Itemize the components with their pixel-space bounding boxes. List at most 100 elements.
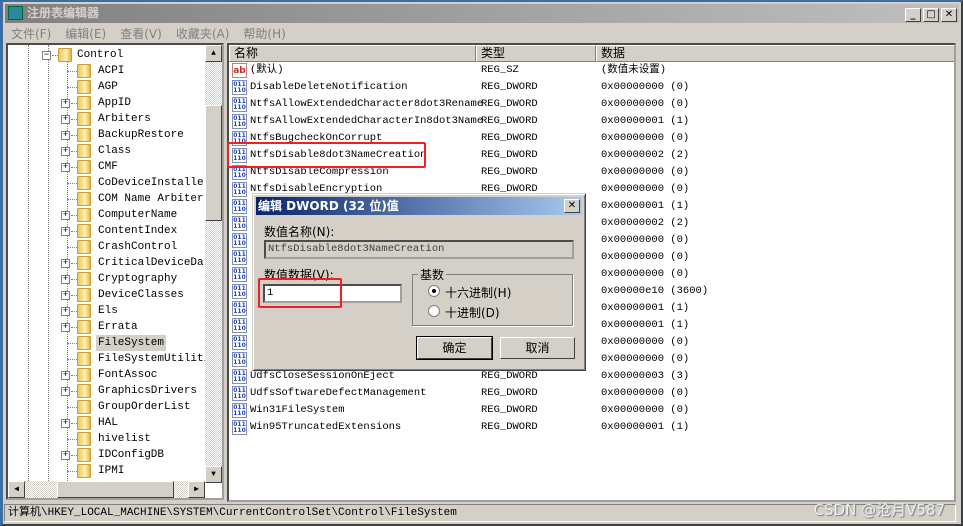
dword-value-icon: 011 110 [232, 80, 247, 95]
string-value-icon: ab [232, 63, 247, 78]
list-row[interactable]: 011 110 UdfsSoftwareDefectManagement REG_DW… [229, 385, 954, 402]
folder-icon [77, 96, 91, 110]
folder-icon [77, 368, 91, 382]
minimize-button[interactable]: _ [905, 8, 921, 22]
expand-icon[interactable]: + [61, 371, 70, 380]
value-data: 0x00000001 (1) [601, 319, 690, 331]
value-name: Win95TruncatedExtensions [250, 421, 402, 433]
scroll-thumb[interactable] [205, 105, 222, 221]
expand-icon[interactable]: + [61, 227, 70, 236]
expand-icon[interactable]: + [61, 419, 70, 428]
expand-icon[interactable]: + [61, 307, 70, 316]
maximize-button[interactable]: □ [923, 8, 939, 22]
tree-item-label: HAL [98, 417, 118, 429]
menu-favorites[interactable]: 收藏夹(A) [176, 25, 230, 43]
column-header-data[interactable]: 数据 [596, 45, 954, 62]
expand-icon[interactable]: + [61, 259, 70, 268]
expand-icon[interactable]: + [61, 291, 70, 300]
list-row[interactable]: 011 110 Win31FileSystem REG_DWORD 0x00000000… [229, 402, 954, 419]
collapse-icon[interactable]: − [42, 51, 51, 60]
list-row[interactable]: ab (默认) REG_SZ (数值未设置) [229, 62, 954, 79]
expand-icon[interactable]: + [61, 387, 70, 396]
folder-icon [77, 240, 91, 254]
tree-item-label: GroupOrderList [98, 401, 191, 413]
dword-value-icon: 011 110 [232, 369, 247, 384]
expand-icon[interactable]: + [61, 131, 70, 140]
column-header-type[interactable]: 类型 [476, 45, 596, 62]
value-data: 0x00000001 (1) [601, 421, 690, 433]
expand-icon[interactable]: + [61, 163, 70, 172]
expand-icon[interactable]: + [61, 211, 70, 220]
tree-item-label: CrashControl [98, 241, 178, 253]
scroll-up-button[interactable]: ▲ [205, 45, 222, 62]
expand-icon[interactable]: + [61, 99, 70, 108]
window-title: 注册表编辑器 [27, 6, 100, 20]
list-row[interactable]: 011 110 DisableDeleteNotification REG_DWORD… [229, 79, 954, 96]
folder-icon [77, 464, 91, 478]
scroll-right-button[interactable]: ▶ [188, 481, 205, 498]
hex-label[interactable]: 十六进制(H) [445, 284, 511, 301]
folder-icon [77, 80, 91, 94]
list-row[interactable]: 011 110 NtfsAllowExtendedCharacter8dot3Ren… [229, 96, 954, 113]
value-data: 0x00000002 (2) [601, 149, 690, 161]
scroll-down-button[interactable]: ▼ [205, 466, 222, 483]
decimal-radio[interactable] [428, 305, 440, 317]
tree-item-label: hivelist [98, 433, 151, 445]
expand-icon[interactable]: + [61, 115, 70, 124]
tree-item-label: Els [98, 305, 118, 317]
tree-vertical-scrollbar[interactable]: ▲ ▼ [205, 45, 222, 483]
value-name: NtfsAllowExtendedCharacter8dot3Rename [250, 98, 484, 110]
expand-icon[interactable]: + [61, 323, 70, 332]
tree-item-label: GraphicsDrivers [98, 385, 198, 397]
menu-file[interactable]: 文件(F) [11, 25, 51, 43]
value-name: (默认) [250, 64, 284, 76]
value-name-field: NtfsDisable8dot3NameCreation [264, 240, 574, 259]
dword-value-icon: 011 110 [232, 318, 247, 333]
value-data: 0x00000000 (0) [601, 166, 690, 178]
tree-item-label: CMF [98, 161, 118, 173]
folder-icon [77, 448, 91, 462]
scroll-left-button[interactable]: ◀ [8, 481, 25, 498]
folder-icon [77, 288, 91, 302]
list-row[interactable]: 011 110 Win95TruncatedExtensions REG_DWORD 0… [229, 419, 954, 436]
value-data: 0x00000003 (3) [601, 370, 690, 382]
registry-tree[interactable]: − Control ACPI AGP + AppID + Arbiters + BackupR… [6, 43, 224, 500]
value-type: REG_DWORD [481, 149, 538, 161]
tree-item-label: FileSystem [96, 335, 167, 351]
dword-value-icon: 011 110 [232, 420, 247, 435]
column-header-name[interactable]: 名称 [229, 45, 476, 62]
dialog-close-button[interactable]: ✕ [564, 199, 580, 213]
value-data: 0x00000000 (0) [601, 387, 690, 399]
expand-icon[interactable]: + [61, 451, 70, 460]
tree-item-label: ComputerName [98, 209, 178, 221]
dword-value-icon: 011 110 [232, 301, 247, 316]
expand-icon[interactable]: + [61, 275, 70, 284]
folder-open-icon [58, 48, 72, 62]
tree-horizontal-scrollbar[interactable]: ◀ ▶ [8, 481, 205, 498]
tree-item-label: Class [98, 145, 132, 157]
menu-view[interactable]: 查看(V) [120, 25, 162, 43]
hex-radio[interactable] [428, 285, 440, 297]
folder-icon [77, 208, 91, 222]
value-type: REG_DWORD [481, 115, 538, 127]
value-type: REG_DWORD [481, 404, 538, 416]
decimal-label[interactable]: 十进制(D) [445, 304, 500, 321]
tree-item-label: ACPI [98, 65, 125, 77]
menu-help[interactable]: 帮助(H) [243, 25, 285, 43]
folder-icon [77, 384, 91, 398]
hscroll-thumb[interactable] [57, 481, 174, 498]
value-data: 0x00000000 (0) [601, 268, 690, 280]
menu-edit[interactable]: 编辑(E) [65, 25, 106, 43]
folder-icon [77, 416, 91, 430]
dialog-title-bar: 编辑 DWORD (32 位)值 ✕ [256, 197, 582, 215]
value-type: REG_SZ [481, 64, 519, 76]
value-data: 0x00000002 (2) [601, 217, 690, 229]
ok-button[interactable]: 确定 [416, 336, 493, 360]
folder-icon [77, 192, 91, 206]
list-row[interactable]: 011 110 NtfsAllowExtendedCharacterIn8dot3N… [229, 113, 954, 130]
dialog-title: 编辑 DWORD (32 位)值 [258, 199, 399, 213]
expand-icon[interactable]: + [61, 147, 70, 156]
close-button[interactable]: ✕ [941, 8, 957, 22]
cancel-button[interactable]: 取消 [500, 337, 575, 359]
tree-item-label: COM Name Arbiter [98, 193, 204, 205]
